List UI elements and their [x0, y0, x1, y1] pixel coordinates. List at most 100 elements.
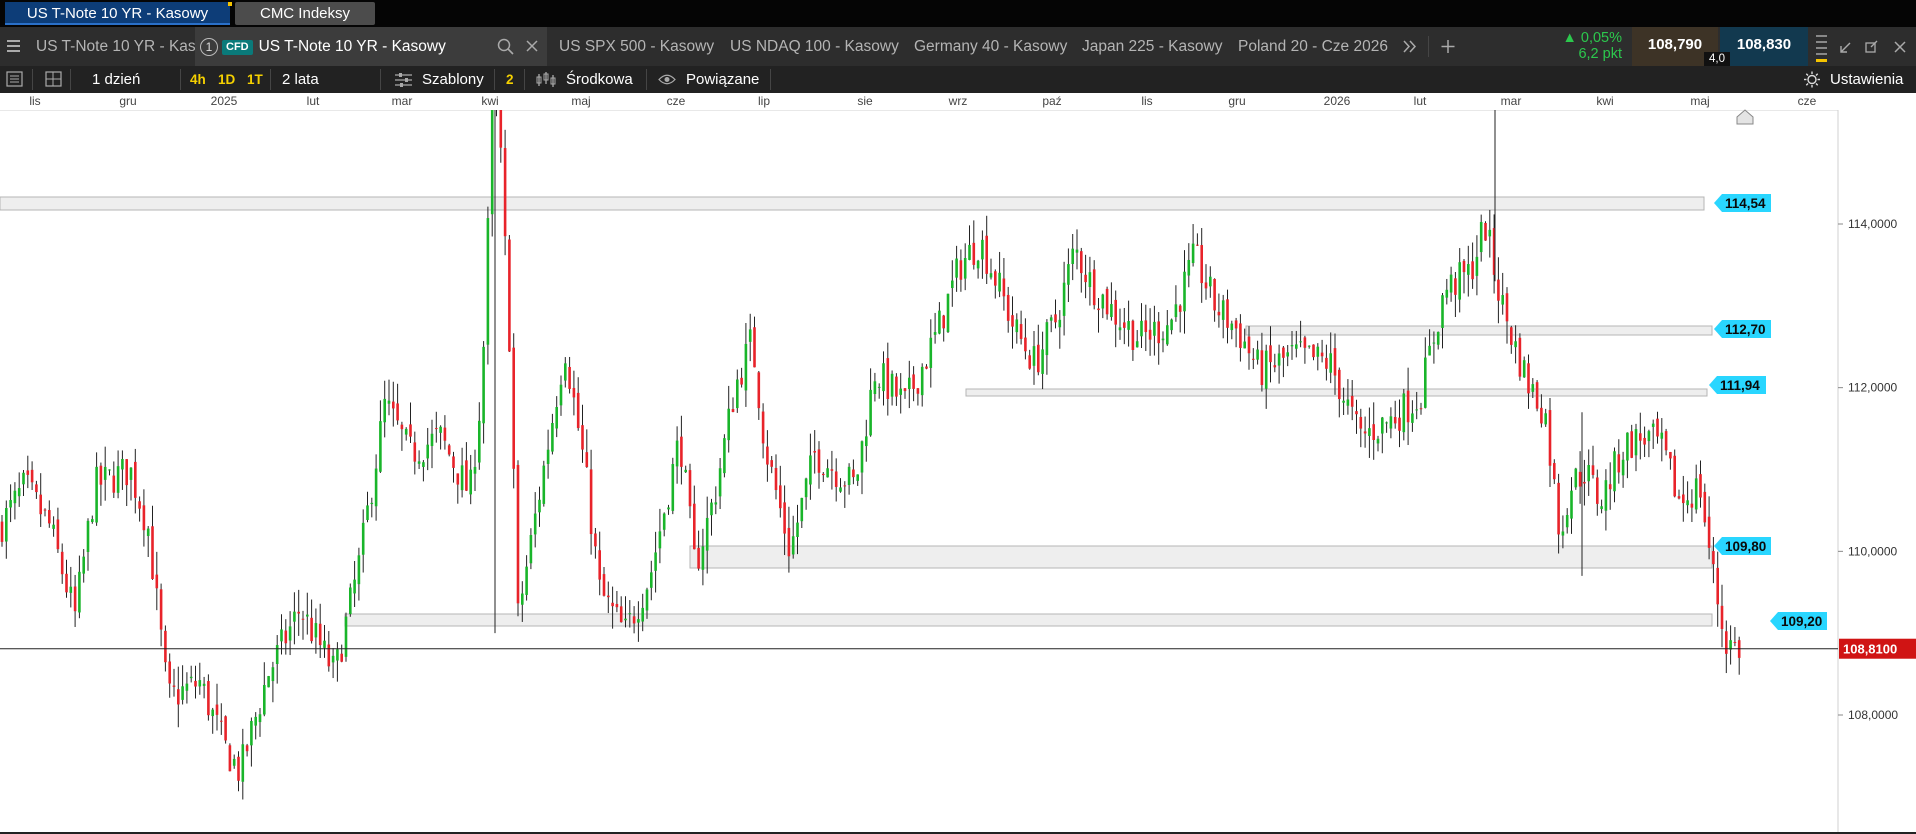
divider	[70, 69, 71, 90]
candle-body	[482, 346, 485, 424]
settings-button[interactable]: Ustawienia	[1830, 66, 1903, 93]
instrument-tab-label: US NDAQ 100 - Kasowy	[730, 38, 899, 55]
candle-body	[946, 293, 950, 333]
instrument-tab[interactable]: US NDAQ 100 - Kasowy	[730, 27, 899, 66]
candle-body	[353, 579, 356, 594]
level-label[interactable]: 114,54	[1714, 194, 1771, 212]
candle-body	[73, 586, 77, 612]
price-type-icon[interactable]	[536, 66, 556, 93]
candle-body	[542, 465, 546, 504]
candle-body	[82, 556, 85, 574]
divider	[1428, 36, 1429, 57]
candle-body	[1243, 341, 1246, 349]
collapse-window-icon[interactable]	[1838, 27, 1854, 66]
instrument-tab[interactable]: Germany 40 - Kasowy	[914, 27, 1067, 66]
candle-body	[594, 533, 597, 547]
candle-body	[1187, 259, 1191, 276]
close-window-icon[interactable]	[1892, 27, 1908, 66]
candle-body	[1634, 429, 1638, 456]
candle-body	[9, 500, 12, 508]
candle-body	[1221, 300, 1225, 320]
window-tab-label: CMC Indeksy	[259, 5, 351, 22]
candle-body	[1617, 454, 1621, 473]
price-chart[interactable]: 114,0000 112,0000 110,0000 108,0000 108,8100…	[0, 110, 1916, 834]
level-zone[interactable]	[344, 613, 1713, 627]
candle-body	[508, 239, 511, 352]
candle-body	[422, 462, 425, 467]
popout-window-icon[interactable]	[1864, 27, 1880, 66]
interval-select[interactable]: 1 dzień	[92, 66, 140, 93]
candle-body	[611, 602, 614, 607]
candle-body	[1342, 400, 1345, 403]
quick-interval-1d[interactable]: 1D	[218, 66, 235, 93]
level-zone[interactable]	[0, 196, 1705, 211]
level-label[interactable]: 111,94	[1709, 376, 1766, 394]
candle-body	[1045, 322, 1049, 356]
candle-body	[490, 110, 494, 215]
candle-body	[1720, 605, 1724, 630]
level-zone[interactable]	[1245, 325, 1713, 336]
level-label[interactable]: 112,70	[1714, 320, 1771, 338]
quick-interval-1t[interactable]: 1T	[247, 66, 263, 93]
level-label[interactable]: 109,80	[1714, 537, 1771, 555]
candle-body	[1260, 350, 1264, 386]
instrument-tab[interactable]: Poland 20 - Cze 2026	[1238, 27, 1388, 66]
buy-price-button[interactable]: 108,830	[1720, 27, 1808, 66]
candle-body	[1247, 336, 1251, 354]
candle-body	[645, 589, 649, 611]
candle-body	[1191, 243, 1195, 264]
menu-icon[interactable]	[7, 27, 23, 66]
candle-body	[761, 411, 765, 444]
candle-body	[112, 475, 116, 493]
templates-icon[interactable]	[394, 66, 414, 93]
candle-body	[1024, 337, 1027, 352]
window-tab[interactable]: CMC Indeksy	[235, 2, 375, 25]
candle-body	[920, 366, 924, 396]
candle-body	[1587, 465, 1590, 482]
level-label[interactable]: 109,20	[1770, 612, 1827, 630]
eye-icon[interactable]	[658, 66, 676, 93]
candle-body	[1514, 341, 1517, 348]
candle-body	[241, 744, 245, 782]
candle-body	[1488, 229, 1492, 237]
candle-body	[697, 547, 700, 569]
spread-badge: 4,0	[1704, 52, 1730, 66]
candle-body	[585, 452, 589, 468]
candle-body	[791, 536, 795, 555]
candle-body	[331, 655, 335, 663]
candle-body	[959, 260, 963, 280]
candle-body	[1381, 417, 1384, 434]
candle-body	[1441, 295, 1444, 328]
instrument-tab[interactable]: US SPX 500 - Kasowy	[559, 27, 714, 66]
window-tab-active[interactable]: US T-Note 10 YR - Kasowy	[5, 2, 232, 25]
candle-body	[938, 310, 941, 334]
candle-body	[1497, 279, 1500, 301]
candle-body	[469, 469, 472, 495]
instrument-tab-current[interactable]: 1 CFD US T-Note 10 YR - Kasowy	[195, 27, 547, 66]
level-zone[interactable]	[965, 388, 1708, 397]
candle-body	[426, 444, 429, 459]
candle-body	[1591, 465, 1595, 475]
candle-body	[78, 571, 81, 613]
candle-body	[589, 469, 593, 535]
price-type-button[interactable]: Środkowa	[566, 66, 633, 93]
quick-interval-4h[interactable]: 4h	[190, 66, 206, 93]
order-panel-handle-icon[interactable]	[1815, 27, 1829, 66]
add-tab-icon[interactable]	[1440, 27, 1456, 66]
candle-body	[1630, 431, 1633, 458]
chart-list-icon[interactable]	[6, 66, 24, 93]
candle-body	[705, 517, 709, 551]
chevron-double-right-icon[interactable]	[1402, 27, 1418, 66]
layout-icon[interactable]	[45, 66, 63, 93]
candle-body	[1385, 422, 1388, 424]
candle-body	[1333, 348, 1337, 376]
candle-body	[1467, 264, 1470, 275]
candle-body	[822, 473, 825, 476]
candle-body	[693, 503, 696, 550]
range-select[interactable]: 2 lata	[282, 66, 319, 93]
linked-button[interactable]: Powiązane	[686, 66, 759, 93]
gear-icon[interactable]	[1803, 66, 1821, 93]
candle-body	[374, 468, 378, 507]
instrument-tab[interactable]: Japan 225 - Kasowy	[1082, 27, 1222, 66]
templates-button[interactable]: Szablony	[422, 66, 484, 93]
